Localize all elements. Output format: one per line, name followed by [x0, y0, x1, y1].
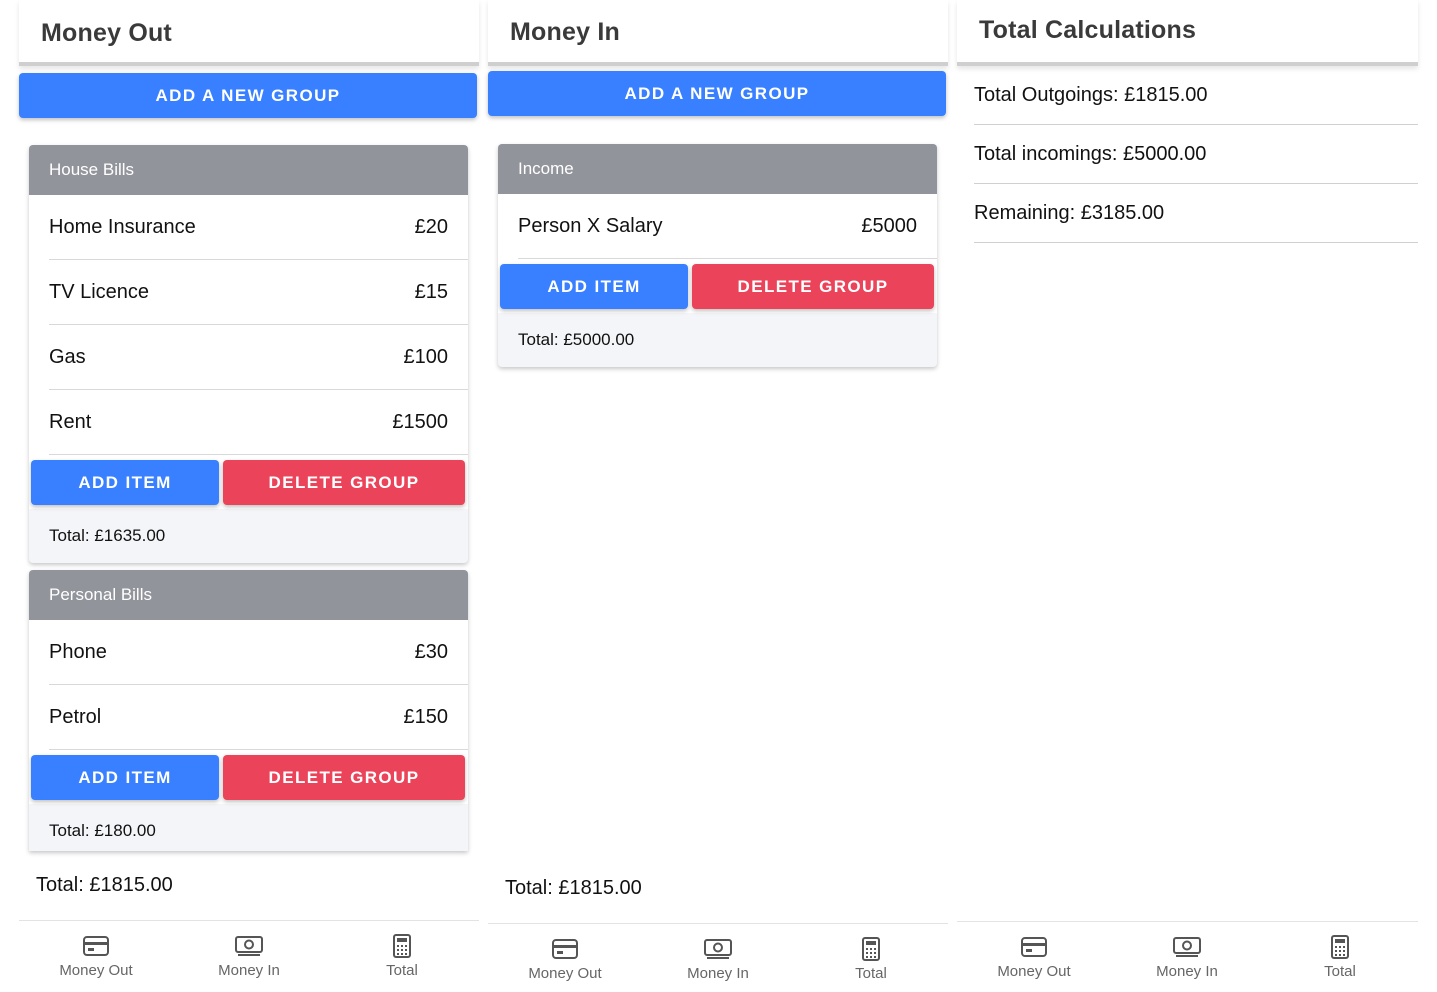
tab-total[interactable]: Total	[1263, 922, 1417, 990]
tab-label: Money In	[218, 962, 280, 979]
page-title: Money Out	[41, 19, 172, 47]
delete-group-button[interactable]: DELETE GROUP	[223, 755, 465, 800]
tab-total[interactable]: Total	[325, 921, 479, 989]
group-total: Total: £5000.00	[518, 330, 635, 349]
page-title: Money In	[510, 18, 620, 46]
card-icon	[1021, 937, 1047, 957]
list-item[interactable]: Rent £1500	[49, 390, 468, 455]
card-icon	[83, 936, 109, 956]
item-label: Phone	[49, 640, 107, 663]
item-amount: £30	[414, 640, 448, 663]
tab-label: Total	[855, 965, 887, 982]
delete-group-button[interactable]: DELETE GROUP	[692, 264, 934, 309]
list-item[interactable]: Petrol £150	[49, 685, 468, 750]
cash-icon	[704, 939, 732, 959]
item-label: Rent	[49, 410, 92, 433]
tab-money-out[interactable]: Money Out	[957, 922, 1111, 990]
item-label: Home Insurance	[49, 215, 196, 238]
list-item[interactable]: Person X Salary £5000	[518, 194, 937, 259]
group-card-personal-bills: Personal Bills Phone £30 Petrol £150 ADD…	[29, 570, 468, 851]
tab-label: Money In	[1156, 963, 1218, 980]
item-amount: £20	[414, 215, 448, 238]
add-group-button[interactable]: ADD A NEW GROUP	[488, 71, 946, 116]
item-label: TV Licence	[49, 280, 150, 303]
tab-label: Money Out	[997, 963, 1071, 980]
item-amount: £100	[403, 345, 449, 368]
add-item-button[interactable]: ADD ITEM	[500, 264, 688, 309]
money-in-screen: Money In ADD A NEW GROUP Income Person X…	[488, 0, 948, 992]
item-amount: £150	[403, 705, 449, 728]
cash-icon	[235, 936, 263, 956]
calculator-icon	[393, 934, 411, 958]
add-item-button[interactable]: ADD ITEM	[31, 460, 219, 505]
list-item[interactable]: Gas £100	[49, 325, 468, 390]
tab-total[interactable]: Total	[794, 924, 948, 992]
item-amount: £5000	[861, 214, 917, 237]
list-item[interactable]: TV Licence £15	[49, 260, 468, 325]
money-out-screen: Money Out ADD A NEW GROUP House Bills Ho…	[19, 0, 479, 989]
item-amount: £15	[414, 280, 448, 303]
total-incomings-row: Total incomings: £5000.00	[974, 125, 1418, 184]
tab-bar: Money Out Money In Total	[19, 920, 479, 989]
page-title: Total Calculations	[979, 16, 1197, 44]
group-title: Personal Bills	[29, 570, 468, 620]
header: Money In	[488, 0, 948, 66]
header: Total Calculations	[957, 0, 1418, 66]
tab-label: Money Out	[528, 965, 602, 982]
total-outgoings-row: Total Outgoings: £1815.00	[974, 66, 1418, 125]
group-total: Total: £180.00	[49, 821, 156, 840]
add-item-button[interactable]: ADD ITEM	[31, 755, 219, 800]
group-title: House Bills	[29, 145, 468, 195]
calculator-icon	[1331, 935, 1349, 959]
add-group-button[interactable]: ADD A NEW GROUP	[19, 73, 477, 118]
tab-bar: Money Out Money In Total	[488, 923, 948, 992]
tab-bar: Money Out Money In Total	[957, 921, 1418, 990]
tab-label: Total	[386, 962, 418, 979]
tab-label: Money Out	[59, 962, 133, 979]
list-item[interactable]: Home Insurance £20	[49, 195, 468, 260]
card-icon	[552, 939, 578, 959]
screen-total: Total: £1815.00	[36, 874, 173, 896]
group-total: Total: £1635.00	[49, 526, 166, 545]
item-label: Gas	[49, 345, 86, 368]
cash-icon	[1173, 937, 1201, 957]
group-card-income: Income Person X Salary £5000 ADD ITEM DE…	[498, 144, 937, 367]
group-title: Income	[498, 144, 937, 194]
calculator-icon	[862, 937, 880, 961]
screen-total: Total: £1815.00	[505, 877, 642, 899]
tab-label: Money In	[687, 965, 749, 982]
tab-money-out[interactable]: Money Out	[488, 924, 642, 992]
header: Money Out	[19, 0, 479, 66]
item-amount: £1500	[392, 410, 448, 433]
delete-group-button[interactable]: DELETE GROUP	[223, 460, 465, 505]
tab-label: Total	[1324, 963, 1356, 980]
tab-money-in[interactable]: Money In	[1110, 922, 1264, 990]
totals-screen: Total Calculations Total Outgoings: £181…	[957, 0, 1418, 990]
tab-money-in[interactable]: Money In	[641, 924, 795, 992]
tab-money-in[interactable]: Money In	[172, 921, 326, 989]
remaining-row: Remaining: £3185.00	[974, 184, 1418, 243]
item-label: Person X Salary	[518, 214, 663, 237]
tab-money-out[interactable]: Money Out	[19, 921, 173, 989]
item-label: Petrol	[49, 705, 102, 728]
list-item[interactable]: Phone £30	[49, 620, 468, 685]
group-card-house-bills: House Bills Home Insurance £20 TV Licenc…	[29, 145, 468, 563]
